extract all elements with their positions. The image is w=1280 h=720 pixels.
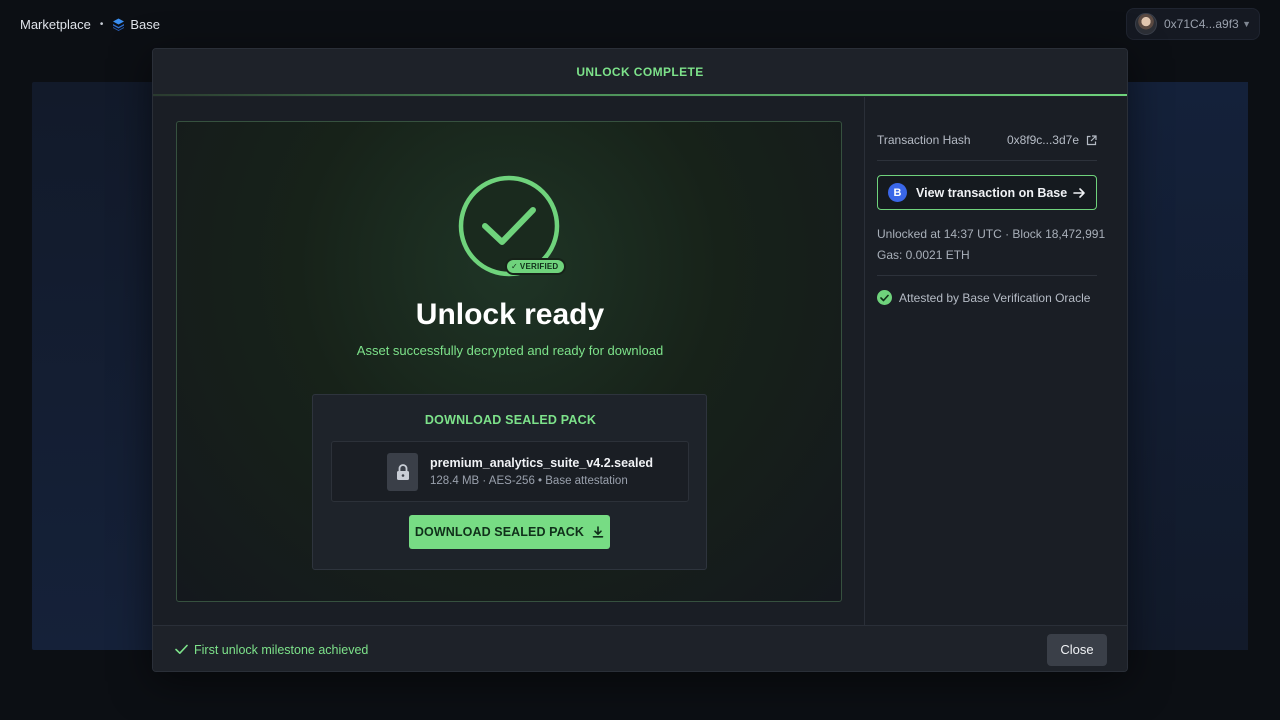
gas-fee: Gas: 0.0021 ETH (877, 248, 970, 262)
lock-file-icon (387, 453, 418, 491)
download-button[interactable]: DOWNLOAD SEALED PACK (409, 515, 610, 549)
tx-hash-label: Transaction Hash (877, 133, 971, 147)
breadcrumb: Marketplace • Base (20, 17, 160, 32)
tx-hash-link[interactable]: 0x8f9c...3d7e (1007, 133, 1097, 147)
unlock-modal: UNLOCK COMPLETE ✓ VERIFIED Unlock ready … (152, 48, 1128, 672)
transaction-sidebar: Transaction Hash 0x8f9c...3d7e B View tr… (864, 97, 1127, 625)
main-column: ✓ VERIFIED Unlock ready Asset successful… (153, 97, 864, 625)
file-name: premium_analytics_suite_v4.2.sealed (430, 456, 654, 470)
wallet-button[interactable]: 0x71C4...a9f3 ▼ (1126, 8, 1260, 40)
modal-header: UNLOCK COMPLETE (153, 49, 1127, 97)
background-panel-right (1126, 82, 1248, 650)
background-panel-left (32, 82, 154, 650)
verified-badge: ✓ VERIFIED (505, 258, 567, 275)
view-transaction-button[interactable]: B View transaction on Base (877, 175, 1097, 210)
chevron-down-icon: ▼ (1242, 19, 1251, 29)
verified-badge-label: VERIFIED (519, 262, 559, 271)
modal-body: ✓ VERIFIED Unlock ready Asset successful… (153, 97, 1127, 625)
modal-header-title: UNLOCK COMPLETE (576, 65, 704, 79)
page-title: Unlock ready (415, 298, 605, 331)
badge-check-icon: ✓ (511, 262, 518, 271)
wallet-address: 0x71C4...a9f3 (1164, 17, 1239, 31)
download-button-label: DOWNLOAD SEALED PACK (414, 525, 585, 539)
attestation-row: Attested by Base Verification Oracle (877, 290, 1090, 305)
close-button[interactable]: Close (1047, 633, 1107, 666)
avatar (1135, 13, 1157, 35)
breadcrumb-marketplace[interactable]: Marketplace (20, 17, 91, 32)
modal-footer: First unlock milestone achieved Close (153, 625, 1127, 671)
milestone-text: First unlock milestone achieved (194, 642, 369, 657)
unlock-card: ✓ VERIFIED Unlock ready Asset successful… (176, 121, 842, 602)
download-icon (592, 526, 604, 538)
file-item: premium_analytics_suite_v4.2.sealed 128.… (331, 441, 689, 502)
divider (877, 275, 1097, 276)
transaction-hash-row: Transaction Hash 0x8f9c...3d7e (877, 133, 1097, 147)
base-logo-icon (112, 18, 125, 31)
check-circle-icon (877, 290, 892, 305)
arrow-right-icon (1073, 187, 1086, 199)
breadcrumb-network[interactable]: Base (130, 17, 160, 32)
external-link-icon[interactable] (1086, 134, 1097, 146)
milestone-message: First unlock milestone achieved (175, 643, 368, 657)
checkmark-icon (175, 644, 188, 655)
success-check-icon: ✓ VERIFIED (457, 175, 567, 279)
view-transaction-label: View transaction on Base (916, 185, 1068, 200)
top-bar: Marketplace • Base (0, 0, 1280, 48)
breadcrumb-separator: • (99, 18, 104, 30)
divider (877, 160, 1097, 161)
download-heading: DOWNLOAD SEALED PACK (424, 413, 597, 427)
page-subtitle: Asset successfully decrypted and ready f… (356, 343, 664, 358)
file-meta: 128.4 MB · AES-256 • Base attestation (430, 475, 628, 487)
download-panel: DOWNLOAD SEALED PACK premium_analytics_s… (312, 394, 707, 570)
base-network-icon: B (888, 183, 907, 202)
tx-hash-value: 0x8f9c...3d7e (1006, 133, 1079, 147)
unlock-time-block: Unlocked at 14:37 UTC · Block 18,472,991 (877, 227, 1106, 241)
attestation-text: Attested by Base Verification Oracle (899, 290, 1091, 305)
